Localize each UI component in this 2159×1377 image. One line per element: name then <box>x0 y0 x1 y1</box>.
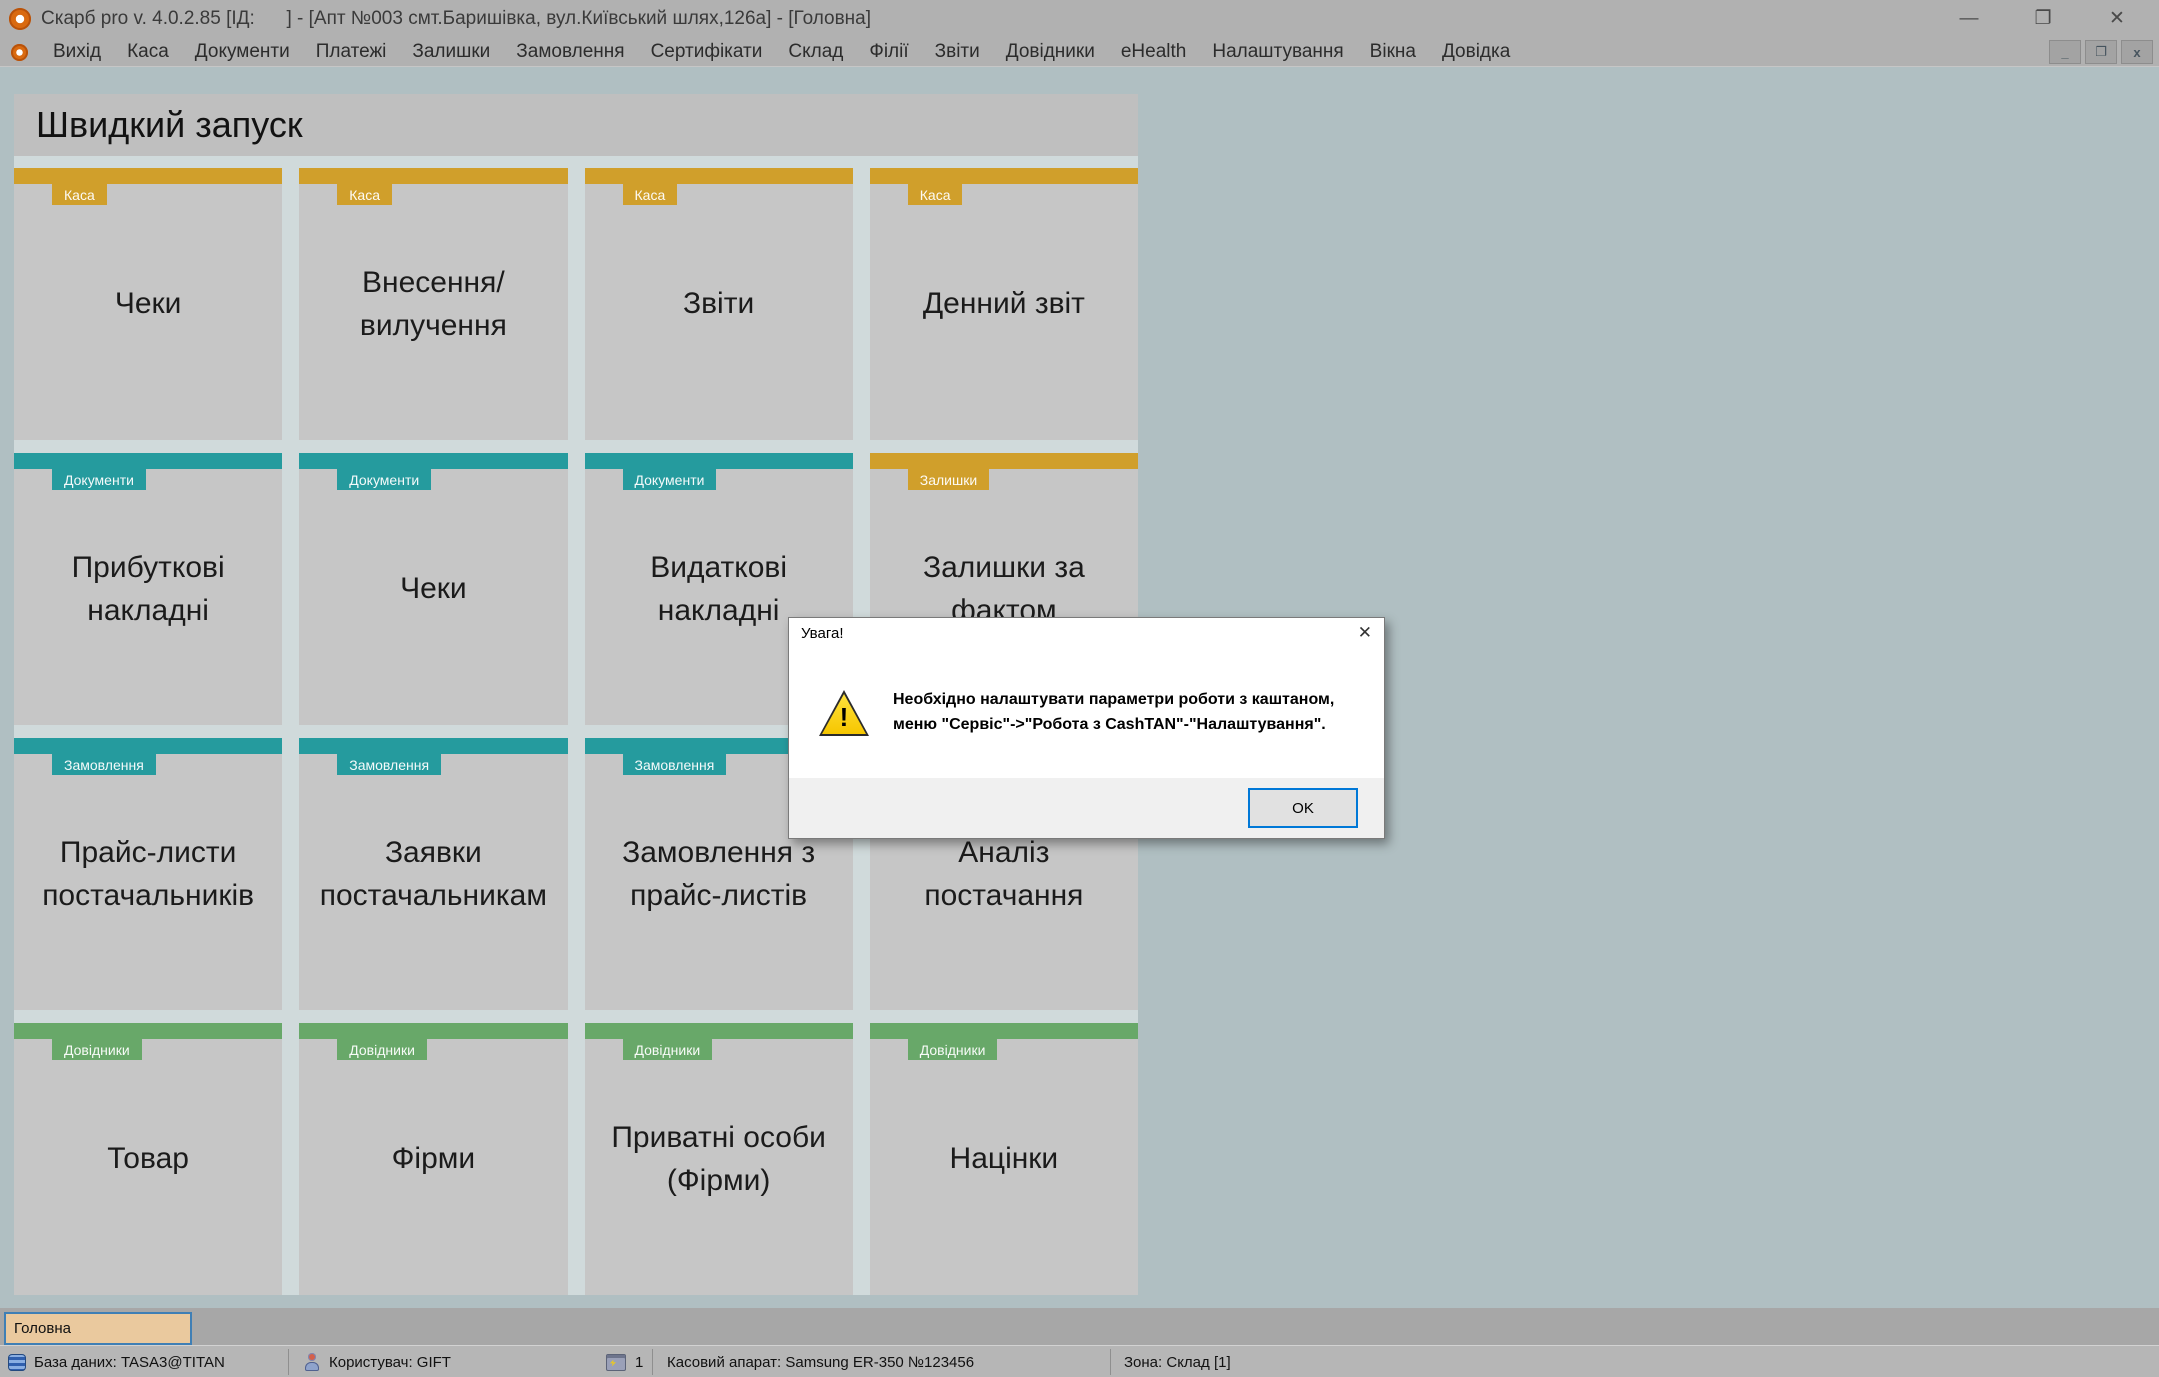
zone-section: Зона: Склад [1] <box>1124 1346 1231 1377</box>
user-icon <box>304 1353 320 1371</box>
status-separator <box>1110 1349 1111 1375</box>
menu-item-filii[interactable]: Філії <box>856 38 921 66</box>
cash-register-icon <box>606 1354 626 1371</box>
menu-item-zamovlennia[interactable]: Замовлення <box>503 38 637 66</box>
tile-label: Прайс-листи постачальників <box>14 738 282 1010</box>
tile-tovar[interactable]: Довідники Товар <box>14 1023 282 1295</box>
menu-item-sklad[interactable]: Склад <box>775 38 856 66</box>
tile-category-badge: Каса <box>623 184 678 205</box>
menu-item-vykhid[interactable]: Вихід <box>40 38 114 66</box>
tile-label: Прибуткові накладні <box>14 453 282 725</box>
dialog-message-line1: Необхідно налаштувати параметри роботи з… <box>893 688 1334 713</box>
tile-cheky-dokumenty[interactable]: Документи Чеки <box>299 453 567 725</box>
dialog-close-icon[interactable]: ✕ <box>1358 618 1372 648</box>
tab-holovna[interactable]: Головна <box>4 1312 192 1345</box>
tile-category-badge: Замовлення <box>337 754 441 775</box>
warning-triangle-icon: ! <box>819 690 869 736</box>
menu-item-kasa[interactable]: Каса <box>114 38 182 66</box>
tile-label: Товар <box>14 1023 282 1295</box>
tile-label: Внесення/вилучення <box>299 168 567 440</box>
tile-dennyi-zvit[interactable]: Каса Денний звіт <box>870 168 1138 440</box>
database-section: База даних: TASA3@TITAN <box>8 1346 225 1377</box>
tile-zvity-kasa[interactable]: Каса Звіти <box>585 168 853 440</box>
dialog-footer: OK <box>789 778 1384 838</box>
tile-category-badge: Довідники <box>337 1039 427 1060</box>
mdi-minimize-button[interactable]: _ <box>2049 40 2081 64</box>
tile-vnesennia-vyluchennia[interactable]: Каса Внесення/вилучення <box>299 168 567 440</box>
restore-button[interactable]: ❐ <box>2029 0 2057 38</box>
menu-item-sertyfikaty[interactable]: Сертифікати <box>638 38 776 66</box>
tile-label: Націнки <box>870 1023 1138 1295</box>
minimize-button[interactable]: — <box>1955 0 1983 38</box>
tile-prais-lysty-postachalnykiv[interactable]: Замовлення Прайс-листи постачальників <box>14 738 282 1010</box>
cash-register-label: Касовий апарат: Samsung ER-350 №123456 <box>667 1354 974 1371</box>
tile-label: Фірми <box>299 1023 567 1295</box>
tile-zaiavky-postachalnykam[interactable]: Замовлення Заявки постачальникам <box>299 738 567 1010</box>
user-section: Користувач: GIFT <box>304 1346 451 1377</box>
menu-item-dovidnyky[interactable]: Довідники <box>993 38 1108 66</box>
menu-bar: Вихід Каса Документи Платежі Залишки Зам… <box>0 38 2159 67</box>
tile-category-badge: Залишки <box>908 469 989 490</box>
tile-category-badge: Довідники <box>908 1039 998 1060</box>
mdi-close-button[interactable]: x <box>2121 40 2153 64</box>
tile-category-badge: Каса <box>52 184 107 205</box>
dialog-message-line2: меню "Сервіс"->"Робота з CashTAN"-"Налаш… <box>893 713 1334 738</box>
status-bar: База даних: TASA3@TITAN Користувач: GIFT… <box>0 1345 2159 1377</box>
ok-button[interactable]: OK <box>1248 788 1358 828</box>
mdi-child-icon <box>11 44 28 61</box>
tile-category-badge: Замовлення <box>52 754 156 775</box>
menu-item-nalashtuvannia[interactable]: Налаштування <box>1199 38 1356 66</box>
tile-category-badge: Каса <box>337 184 392 205</box>
tile-label: Чеки <box>14 168 282 440</box>
mdi-restore-button[interactable]: ❐ <box>2085 40 2117 64</box>
mdi-window-controls: _ ❐ x <box>2049 40 2153 64</box>
dialog-title-bar: Увага! ✕ <box>789 618 1384 648</box>
dialog-title: Увага! <box>801 625 843 642</box>
register-count-section: 1 <box>606 1346 643 1377</box>
tile-category-badge: Довідники <box>52 1039 142 1060</box>
tile-category-badge: Замовлення <box>623 754 727 775</box>
tile-cheky-kasa[interactable]: Каса Чеки <box>14 168 282 440</box>
tile-label: Приватні особи (Фірми) <box>585 1023 853 1295</box>
user-label: Користувач: GIFT <box>329 1354 451 1371</box>
zone-label: Зона: Склад [1] <box>1124 1354 1231 1371</box>
menu-item-ehealth[interactable]: eHealth <box>1108 38 1200 66</box>
tab-strip: Головна <box>0 1308 2159 1345</box>
tile-category-badge: Каса <box>908 184 963 205</box>
app-logo-icon <box>9 8 31 30</box>
status-separator <box>288 1349 289 1375</box>
title-bar: Скарб pro v. 4.0.2.85 [ІД: ] - [Апт №003… <box>0 0 2159 38</box>
window-title: Скарб pro v. 4.0.2.85 [ІД: ] - [Апт №003… <box>41 8 871 30</box>
tile-category-badge: Документи <box>337 469 431 490</box>
dialog-message: Необхідно налаштувати параметри роботи з… <box>893 688 1334 738</box>
register-count: 1 <box>635 1354 643 1371</box>
database-label: База даних: TASA3@TITAN <box>34 1354 225 1371</box>
tile-category-badge: Довідники <box>623 1039 713 1060</box>
tile-firmy[interactable]: Довідники Фірми <box>299 1023 567 1295</box>
tile-label: Звіти <box>585 168 853 440</box>
warning-dialog: Увага! ✕ ! Необхідно налаштувати парамет… <box>788 617 1385 839</box>
tile-category-badge: Документи <box>52 469 146 490</box>
close-button[interactable]: ✕ <box>2103 0 2131 38</box>
menu-item-vikna[interactable]: Вікна <box>1357 38 1429 66</box>
menu-item-zvity[interactable]: Звіти <box>922 38 993 66</box>
menu-item-dovidka[interactable]: Довідка <box>1429 38 1523 66</box>
tile-label: Денний звіт <box>870 168 1138 440</box>
dialog-body: ! Необхідно налаштувати параметри роботи… <box>789 648 1384 778</box>
tile-label: Заявки постачальникам <box>299 738 567 1010</box>
menu-item-platezhi[interactable]: Платежі <box>303 38 400 66</box>
page-title: Швидкий запуск <box>14 94 1138 156</box>
database-icon <box>8 1354 26 1371</box>
status-separator <box>652 1349 653 1375</box>
tile-pryvatni-osoby-firmy[interactable]: Довідники Приватні особи (Фірми) <box>585 1023 853 1295</box>
application-window: Скарб pro v. 4.0.2.85 [ІД: ] - [Апт №003… <box>0 0 2159 1377</box>
cash-register-section: Касовий апарат: Samsung ER-350 №123456 <box>667 1346 974 1377</box>
tile-label: Чеки <box>299 453 567 725</box>
tile-natsinky[interactable]: Довідники Націнки <box>870 1023 1138 1295</box>
window-controls: — ❐ ✕ <box>1955 0 2131 38</box>
tile-category-badge: Документи <box>623 469 717 490</box>
menu-item-zalyshky[interactable]: Залишки <box>399 38 503 66</box>
tile-prybutkovi-nakladni[interactable]: Документи Прибуткові накладні <box>14 453 282 725</box>
menu-item-dokumenty[interactable]: Документи <box>182 38 303 66</box>
